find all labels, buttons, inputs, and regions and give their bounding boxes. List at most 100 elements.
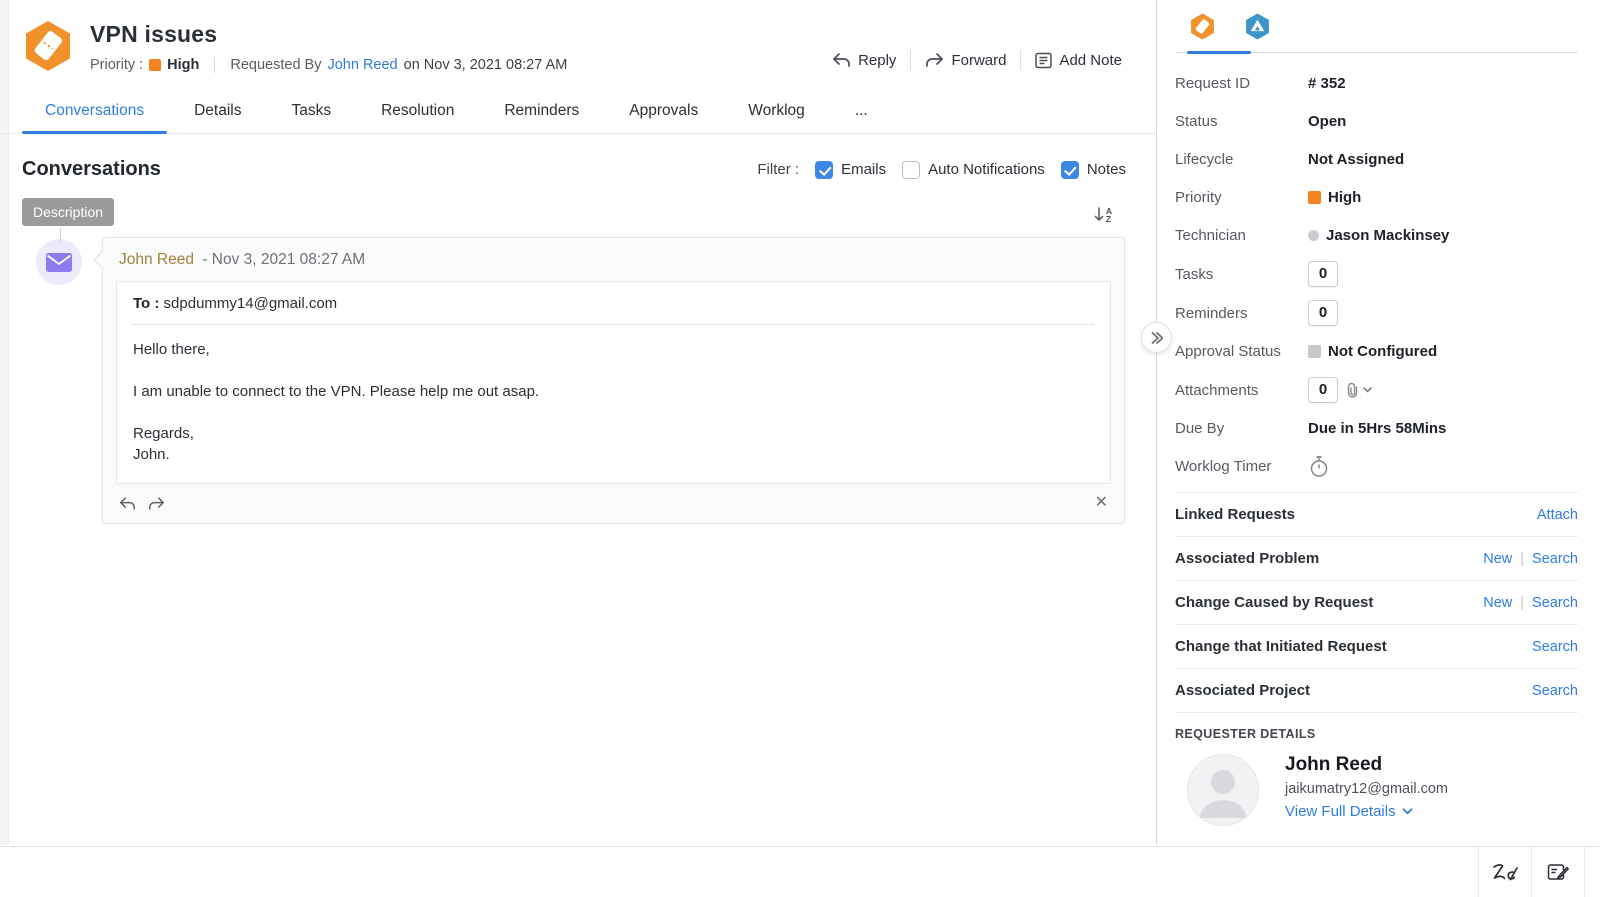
section-action-link[interactable]: Search — [1532, 551, 1578, 567]
tab[interactable]: Worklog — [723, 92, 830, 133]
envelope-icon — [46, 253, 72, 272]
overflow-dots-icon[interactable]: ⋮ — [1594, 862, 1600, 882]
compose-icon — [1547, 862, 1570, 882]
add-note-button[interactable]: Add Note — [1035, 52, 1122, 69]
section-action-link[interactable]: Attach — [1537, 507, 1578, 523]
status-color-swatch — [1308, 345, 1321, 358]
description-badge: Description — [22, 198, 114, 226]
request-tabs: Conversations Details Tasks Resolution R… — [0, 92, 1156, 134]
sidebar-tab-request[interactable] — [1189, 13, 1216, 40]
tab[interactable]: ... — [830, 92, 893, 133]
section-label: Linked Requests — [1175, 506, 1295, 523]
section-action-link[interactable]: New — [1483, 551, 1512, 567]
sort-order-button[interactable]: AZ — [1094, 206, 1112, 223]
filter-checkbox-item[interactable]: Auto Notifications — [902, 161, 1045, 179]
close-card-button[interactable]: ✕ — [1095, 495, 1108, 511]
property-value: # 352 — [1308, 75, 1346, 92]
page-title: VPN issues — [90, 21, 567, 48]
sidebar-tab-lifecycle[interactable] — [1244, 13, 1271, 40]
count-box[interactable]: 0 — [1308, 261, 1338, 287]
property-label: Attachments — [1175, 382, 1308, 399]
property-label: Tasks — [1175, 266, 1308, 283]
view-full-details-link[interactable]: View Full Details — [1285, 803, 1448, 820]
section-actions: Search — [1532, 683, 1578, 699]
section-action-link[interactable]: Search — [1532, 639, 1578, 655]
zia-button[interactable] — [1478, 847, 1531, 897]
property-label: Approval Status — [1175, 343, 1308, 360]
conversations-toolbar: Conversations Filter : Emails Auto Notif… — [0, 134, 1156, 181]
worklog-timer-button[interactable] — [1308, 455, 1330, 478]
requester-name: John Reed — [1285, 754, 1448, 776]
request-properties: Request ID # 352 Status — [1175, 71, 1578, 479]
section-action-link[interactable]: Search — [1532, 595, 1578, 611]
section-label: Change Caused by Request — [1175, 594, 1373, 611]
email-body-box: To : sdpdummy14@gmail.com Hello there, I… — [116, 281, 1111, 484]
to-label: To : — [133, 295, 159, 312]
action-divider — [1020, 50, 1021, 70]
tab[interactable]: Approvals — [604, 92, 723, 133]
main-panel: VPN issues Priority : High Requested By … — [0, 0, 1156, 845]
email-card-header[interactable]: John Reed - Nov 3, 2021 08:27 AM — [103, 238, 1124, 281]
paperclip-icon — [1345, 382, 1360, 399]
tab[interactable]: Details — [169, 92, 266, 133]
property-label: Technician — [1175, 227, 1308, 244]
section-actions: Search — [1532, 639, 1578, 655]
status-color-swatch — [1308, 191, 1321, 204]
request-hexagon-icon — [1189, 13, 1216, 40]
checkbox[interactable] — [815, 161, 833, 179]
property-row: Reminders 0 — [1175, 300, 1578, 326]
email-sender: John Reed — [119, 251, 194, 268]
tab[interactable]: Resolution — [356, 92, 479, 133]
to-value: sdpdummy14@gmail.com — [164, 295, 338, 312]
request-type-icon — [22, 20, 74, 77]
zia-icon — [1490, 860, 1520, 884]
requester-email: jaikumatry12@gmail.com — [1285, 781, 1448, 797]
property-row: Lifecycle Not Assigned — [1175, 147, 1578, 172]
checkbox[interactable] — [902, 161, 920, 179]
servicedesk-request-page: VPN issues Priority : High Requested By … — [0, 0, 1600, 897]
section-action-link[interactable]: New — [1483, 595, 1512, 611]
section-action-link[interactable]: Search — [1532, 683, 1578, 699]
reply-button[interactable]: Reply — [832, 52, 896, 69]
tab[interactable]: Reminders — [479, 92, 604, 133]
bottom-toolbar: ⋮ — [0, 846, 1600, 897]
section-label: Associated Project — [1175, 682, 1310, 699]
property-label: Priority — [1175, 189, 1308, 206]
collapse-panel-button[interactable] — [1141, 322, 1172, 353]
forward-icon — [148, 496, 165, 511]
email-avatar — [36, 239, 82, 285]
filter-checkbox-item[interactable]: Emails — [815, 161, 886, 179]
property-value: Jason Mackinsey — [1308, 227, 1449, 244]
person-icon — [1187, 754, 1259, 826]
checkbox[interactable] — [1061, 161, 1079, 179]
property-row: Approval Status Not Configured — [1175, 339, 1578, 364]
count-box[interactable]: 0 — [1308, 300, 1338, 326]
linked-section-row: Associated Problem New | Search — [1175, 536, 1578, 580]
count-box[interactable]: 0 — [1308, 377, 1338, 403]
attachment-button[interactable] — [1345, 382, 1372, 399]
reply-email-button[interactable] — [119, 496, 136, 511]
filter-checkbox-item[interactable]: Notes — [1061, 161, 1126, 179]
email-body-text: Hello there, I am unable to connect to t… — [133, 339, 1094, 467]
priority-color-swatch — [149, 59, 161, 71]
property-value: High — [1308, 189, 1361, 206]
thread-controls-row: Description AZ — [0, 181, 1156, 226]
forward-button[interactable]: Forward — [925, 52, 1006, 69]
forward-email-button[interactable] — [148, 496, 165, 511]
tab[interactable]: Conversations — [20, 92, 169, 133]
email-timestamp: - Nov 3, 2021 08:27 AM — [202, 251, 365, 268]
requested-by-label: Requested By — [230, 57, 321, 73]
requester-link[interactable]: John Reed — [327, 57, 397, 73]
compose-note-button[interactable] — [1531, 847, 1584, 897]
filter-label: Filter : — [757, 161, 799, 178]
toolbar-overflow[interactable]: ⋮ — [1584, 847, 1600, 897]
email-thread-item: John Reed - Nov 3, 2021 08:27 AM To : sd… — [0, 237, 1156, 524]
meta-divider — [214, 57, 215, 73]
chevron-down-icon — [1402, 808, 1413, 815]
request-meta: Priority : High Requested By John Reed o… — [90, 57, 567, 73]
thread-connector-line — [60, 228, 61, 243]
email-card-footer: ✕ — [103, 484, 1124, 523]
property-label: Lifecycle — [1175, 151, 1308, 168]
description-badge-wrap: Description — [22, 198, 114, 226]
tab[interactable]: Tasks — [266, 92, 356, 133]
